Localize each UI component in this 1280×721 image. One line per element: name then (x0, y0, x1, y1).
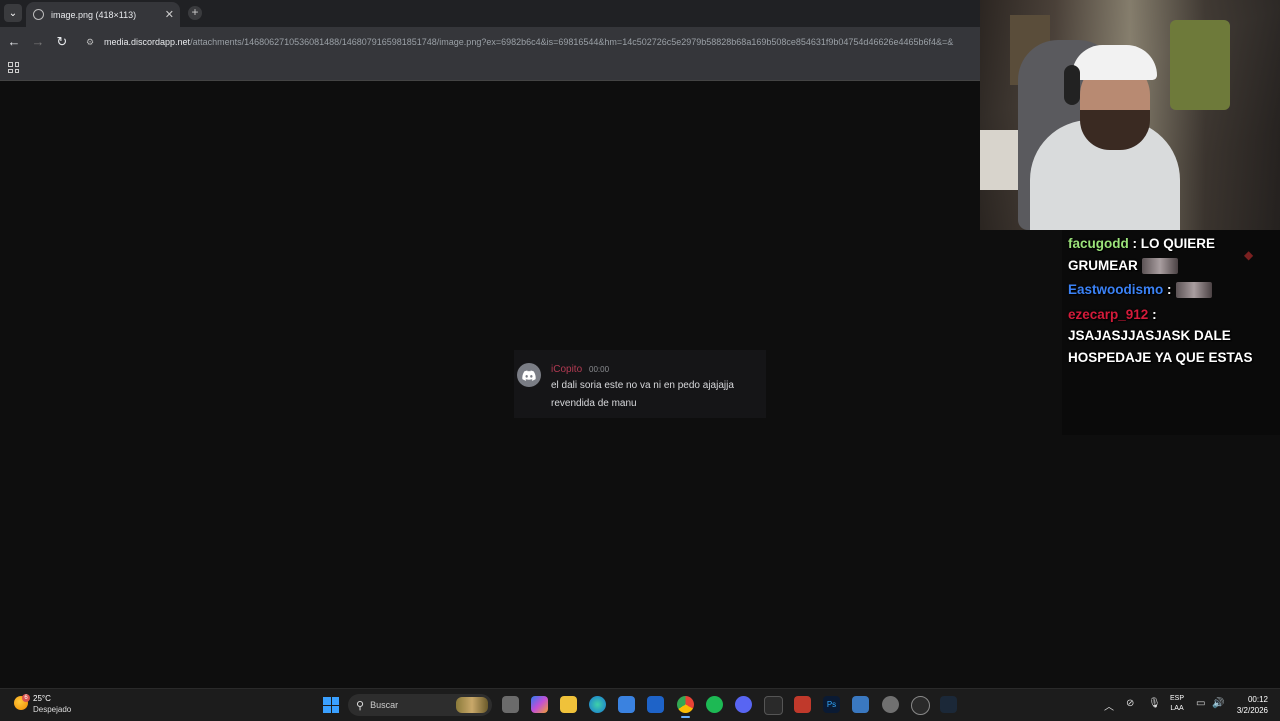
recording-icon[interactable] (911, 696, 930, 715)
chat-message: facugodd : LO QUIERE (1068, 236, 1216, 251)
weather-temp[interactable]: 25°C (33, 694, 51, 703)
search-highlight-icon (456, 697, 488, 713)
address-bar[interactable]: ⚙ media.discordapp.net/attachments/14680… (84, 31, 980, 52)
url-text[interactable]: media.discordapp.net/attachments/1468062… (104, 37, 953, 47)
chat-username: facugodd (1068, 236, 1129, 251)
chat-message: ezecarp_912 : (1068, 307, 1157, 322)
tab-title: image.png (418×113) (51, 9, 137, 20)
back-arrow-icon[interactable]: ← (6, 34, 22, 49)
message-text: el dali soria este no va ni en pedo ajaj… (551, 380, 734, 409)
reload-icon[interactable]: ↻ (54, 34, 70, 49)
chat-text: JSAJASJJASJASK DALE (1068, 328, 1231, 343)
language-indicator[interactable]: ESP LAA (1170, 694, 1184, 714)
emote-icon (1175, 282, 1212, 299)
bookmarks-bar (0, 56, 980, 81)
discord-message-image[interactable]: iCopito 00:00 el dali soria este no va n… (514, 350, 766, 418)
spotify-icon[interactable] (706, 696, 723, 713)
tab-search-button[interactable]: ⌄ (4, 4, 22, 22)
copilot-icon[interactable] (531, 696, 548, 713)
url-path: /attachments/1468062710536081488/1468079… (190, 36, 954, 47)
chat-username: Eastwoodismo (1068, 282, 1164, 297)
weather-badge: 6 (22, 694, 30, 702)
taskbar-search[interactable]: ⚲ Buscar (348, 694, 492, 716)
display-icon[interactable]: ▭ (1196, 698, 1205, 709)
steam-icon[interactable] (940, 696, 957, 713)
volume-icon[interactable]: 🔊 (1212, 698, 1224, 709)
tab-image-png[interactable]: image.png (418×113) ✕ (26, 2, 180, 27)
new-tab-button[interactable]: + (188, 6, 202, 20)
chat-message-continuation: GRUMEAR (1068, 255, 1178, 277)
chat-text: LO QUIERE (1140, 236, 1216, 251)
chrome-icon[interactable] (677, 696, 694, 718)
discord-icon[interactable] (735, 696, 752, 713)
clock[interactable]: 00:12 3/2/2026 (1232, 694, 1268, 716)
weather-desc[interactable]: Despejado (33, 705, 71, 714)
settings-gear-icon[interactable] (882, 696, 899, 713)
message-author: iCopito (551, 364, 583, 375)
globe-icon (33, 9, 44, 20)
start-button[interactable] (323, 697, 339, 713)
emote-icon (1141, 258, 1178, 275)
url-host: media.discordapp.net (104, 36, 191, 47)
chevron-up-icon[interactable]: ︿ (1104, 698, 1114, 713)
browser-toolbar: ← → ↻ ⚙ media.discordapp.net/attachments… (0, 27, 980, 56)
apps-grid-icon[interactable] (8, 62, 19, 73)
search-icon: ⚲ (356, 699, 365, 712)
network-off-icon[interactable]: ⊘ (1126, 698, 1134, 709)
forward-arrow-icon[interactable]: → (30, 34, 46, 49)
notepad-icon[interactable] (852, 696, 869, 713)
discord-avatar (517, 363, 541, 387)
edge-icon[interactable] (589, 696, 606, 713)
task-view-icon[interactable] (502, 696, 519, 713)
search-placeholder: Buscar (370, 700, 399, 710)
microphone-icon[interactable]: 🎙 (1148, 698, 1161, 709)
message-timestamp: 00:00 (589, 365, 610, 374)
clock-date: 3/2/2026 (1236, 706, 1268, 715)
tab-close-icon[interactable]: ✕ (165, 8, 174, 21)
stream-chat-overlay: facugodd : LO QUIERE GRUMEAR Eastwoodism… (1062, 230, 1280, 435)
decor-icon: ◆ (1244, 248, 1254, 262)
obs-icon[interactable] (764, 696, 783, 715)
outlook-icon[interactable] (647, 696, 664, 713)
chat-username: ezecarp_912 (1068, 307, 1149, 322)
site-settings-icon[interactable]: ⚙ (86, 37, 98, 47)
webcam-overlay (980, 0, 1280, 230)
chat-text: GRUMEAR (1068, 258, 1138, 273)
chat-text: HOSPEDAJE YA QUE ESTAS (1068, 350, 1253, 365)
media-app-icon[interactable] (794, 696, 811, 713)
file-explorer-icon[interactable] (560, 696, 577, 713)
taskbar: 6 25°C Despejado ⚲ Buscar Ps ︿ ⊘ 🎙 ESP L… (0, 688, 1280, 721)
store-icon[interactable] (618, 696, 635, 713)
page-viewport (0, 81, 980, 688)
discord-logo-icon (522, 370, 536, 381)
clock-time: 00:12 (1247, 695, 1268, 704)
tab-strip: ⌄ image.png (418×113) ✕ + (0, 0, 980, 27)
chat-message: Eastwoodismo : (1068, 279, 1212, 301)
photoshop-icon[interactable]: Ps (823, 696, 840, 713)
